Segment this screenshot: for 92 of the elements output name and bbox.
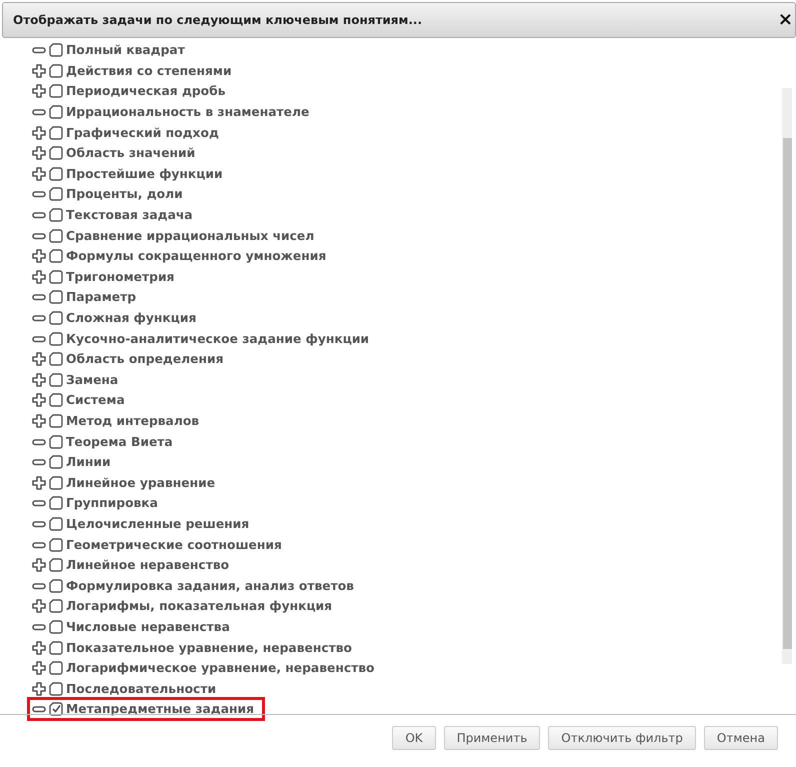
checkbox-icon[interactable] — [49, 228, 63, 243]
tree-item-label: Полный квадрат — [66, 43, 185, 58]
expand-icon[interactable] — [32, 599, 46, 614]
checkbox-icon[interactable] — [49, 187, 63, 202]
tree-item-label: Логарифмы, показательная функция — [66, 599, 332, 614]
expand-icon[interactable] — [32, 661, 46, 676]
expand-icon[interactable] — [32, 84, 46, 98]
expand-icon[interactable] — [32, 640, 46, 655]
expand-icon[interactable] — [32, 393, 46, 408]
checkbox-icon[interactable] — [49, 393, 63, 408]
expand-icon[interactable] — [32, 249, 46, 264]
tree-item-label: Логарифмическое уравнение, неравенство — [66, 661, 374, 676]
expand-icon[interactable] — [32, 126, 46, 140]
tree-item-label: Последовательности — [66, 682, 216, 696]
tree-item-label: Линейное неравенство — [66, 558, 230, 572]
close-button[interactable]: × — [776, 11, 795, 29]
checkbox-icon[interactable] — [49, 372, 63, 387]
tree-item-label: Метапредметные задания — [66, 702, 254, 716]
dialog-button[interactable]: Отключить фильтр — [548, 726, 696, 750]
checkbox-icon[interactable] — [49, 311, 63, 326]
tree-item-label: Формулы сокращенного умножения — [66, 249, 326, 264]
expand-icon[interactable] — [32, 166, 46, 181]
checkbox-icon[interactable] — [49, 270, 63, 284]
checkbox-icon[interactable] — [49, 166, 63, 181]
checkbox-icon[interactable] — [49, 434, 63, 449]
dialog-button[interactable]: OK — [392, 726, 436, 750]
tree-item-label: Текстовая задача — [66, 208, 193, 222]
checkbox-icon[interactable] — [49, 578, 63, 593]
checkbox-icon[interactable] — [49, 208, 63, 222]
tree-item-label: Теорема Виета — [66, 434, 173, 449]
checkbox-icon[interactable] — [49, 414, 63, 428]
tree-item-label: Система — [66, 393, 125, 408]
tree-item-label: Действия со степенями — [66, 64, 232, 78]
checkbox-icon[interactable] — [49, 640, 63, 655]
tree-item-label: Линейное уравнение — [66, 476, 216, 490]
expand-icon[interactable] — [32, 476, 46, 490]
checkbox-icon[interactable] — [49, 290, 63, 304]
checkbox-icon[interactable] — [49, 249, 63, 264]
tree-item-label: Проценты, доли — [66, 187, 183, 202]
checkbox-icon[interactable] — [49, 105, 63, 120]
tree-item-label: Замена — [66, 372, 118, 387]
checkbox-icon[interactable] — [49, 455, 63, 470]
tree-item-label: Геометрические соотношения — [66, 538, 282, 552]
tree-item-label: Область определения — [66, 352, 224, 366]
expand-icon[interactable] — [32, 414, 46, 428]
checked-checkbox-icon[interactable] — [49, 702, 63, 716]
tree-item-label: Метод интервалов — [66, 414, 200, 428]
checkbox-icon[interactable] — [49, 496, 63, 510]
checkbox-icon[interactable] — [49, 43, 63, 58]
highlighted-tree-item[interactable]: Метапредметные задания — [27, 697, 266, 722]
tree-item-label: Формулировка задания, анализ ответов — [66, 578, 354, 593]
checkbox-icon[interactable] — [49, 126, 63, 140]
checkbox-icon[interactable] — [49, 146, 63, 160]
checkbox-icon[interactable] — [49, 352, 63, 366]
checkbox-icon[interactable] — [49, 476, 63, 490]
expand-icon[interactable] — [32, 682, 46, 696]
checkbox-icon[interactable] — [49, 84, 63, 98]
checkbox-icon[interactable] — [49, 516, 63, 531]
tree-item-label: Сложная функция — [66, 311, 196, 326]
tree-item-label: Простейшие функции — [66, 166, 223, 181]
expand-icon[interactable] — [32, 270, 46, 284]
checkbox-icon[interactable] — [49, 332, 63, 346]
tree-item-label: Иррациональность в знаменателе — [66, 105, 310, 120]
scrollbar[interactable] — [782, 88, 792, 664]
tree-item-label: Сравнение иррациональных чисел — [66, 228, 314, 243]
expand-icon[interactable] — [32, 372, 46, 387]
dialog-button[interactable]: Отмена — [704, 726, 778, 750]
tree-item-label: Область значений — [66, 146, 196, 160]
tree-item-label: Кусочно-аналитическое задание функции — [66, 332, 370, 346]
checkbox-icon[interactable] — [49, 558, 63, 572]
checkbox-icon[interactable] — [49, 599, 63, 614]
tree-item-label: Целочисленные решения — [66, 516, 250, 531]
expand-icon[interactable] — [32, 352, 46, 366]
checkbox-icon[interactable] — [49, 620, 63, 634]
tree-item-label: Числовые неравенства — [66, 620, 230, 634]
tree-item-label: Группировка — [66, 496, 158, 510]
expand-icon[interactable] — [32, 146, 46, 160]
tree-item-label: Показательное уравнение, неравенство — [66, 640, 352, 655]
expand-icon[interactable] — [32, 64, 46, 78]
checkbox-icon[interactable] — [49, 682, 63, 696]
dialog-title: Отображать задачи по следующим ключевым понятиям... — [13, 13, 422, 27]
scrollbar-thumb[interactable] — [783, 138, 792, 649]
tree-item-label: Графический подход — [66, 126, 219, 140]
checkbox-icon[interactable] — [49, 64, 63, 78]
tree-item-label: Тригонометрия — [66, 270, 174, 284]
checkbox-icon[interactable] — [49, 538, 63, 552]
tree-item-label: Параметр — [66, 290, 136, 304]
dialog-button[interactable]: Применить — [444, 726, 540, 750]
tree-item-label: Периодическая дробь — [66, 84, 226, 98]
tree-item-label: Линии — [66, 455, 111, 470]
expand-icon[interactable] — [32, 558, 46, 572]
checkbox-icon[interactable] — [49, 661, 63, 676]
